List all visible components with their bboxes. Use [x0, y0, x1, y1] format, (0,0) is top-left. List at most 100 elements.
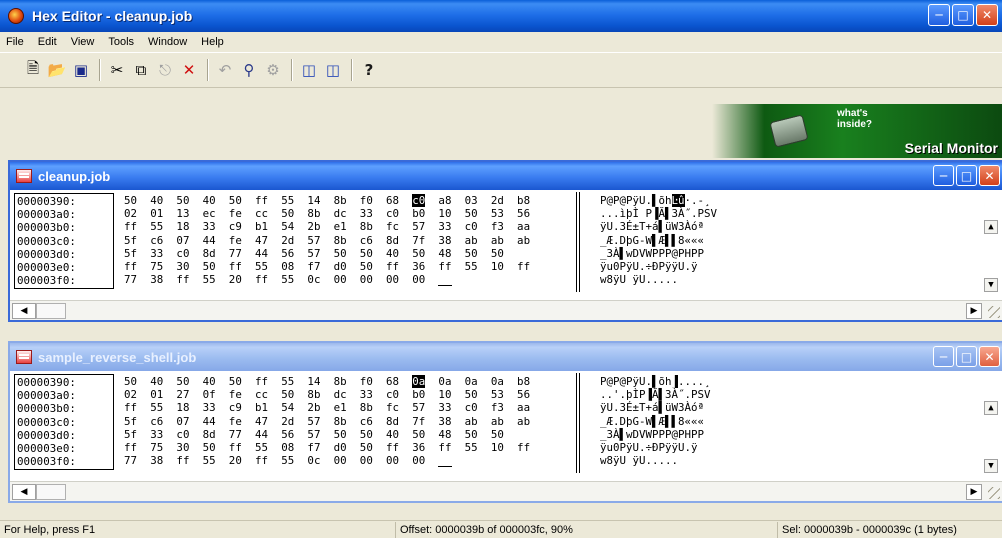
close-icon[interactable]: ✕ [979, 165, 1000, 186]
selected-byte[interactable]: 0a [412, 375, 426, 388]
hex-row[interactable]: ff 55 18 33 c9 b1 54 2b e1 8b fc 57 33 c… [124, 401, 572, 414]
close-icon[interactable]: ✕ [979, 346, 1000, 367]
document-title: cleanup.job [38, 168, 111, 184]
compare-icon[interactable]: ◫ [298, 59, 320, 81]
banner-line2: inside? [837, 119, 873, 130]
hex-column[interactable]: 50 40 50 40 50 ff 55 14 8b f0 68 c0 a8 0… [124, 194, 572, 287]
menu-window[interactable]: Window [148, 36, 187, 48]
close-icon[interactable]: ✕ [976, 4, 998, 26]
hex-row[interactable]: 5f c6 07 44 fe 47 2d 57 8b c6 8d 7f 38 a… [124, 415, 572, 428]
ascii-row[interactable]: ..'.þÌP▐Ă▌3À˝.PSV [600, 388, 960, 401]
ascii-row[interactable]: w8ÿU ÿU..... [600, 454, 960, 467]
copy-icon[interactable]: ⧉ [130, 59, 152, 81]
app-titlebar[interactable]: Hex Editor - cleanup.job ─ □ ✕ [0, 0, 1002, 32]
menu-tools[interactable]: Tools [108, 36, 134, 48]
ascii-row[interactable]: _Æ.DþG-W▌Æ▌▌8««« [600, 234, 960, 247]
new-file-icon[interactable]: 🗎 [22, 59, 44, 81]
scroll-right-arrow-icon[interactable]: ▶ [966, 303, 982, 319]
hex-view[interactable]: 00000390: 000003a0: 000003b0: 000003c0: … [10, 371, 1002, 481]
find-replace-icon[interactable]: ⚙ [262, 59, 284, 81]
app-title: Hex Editor - cleanup.job [32, 8, 193, 24]
selected-char[interactable]: Ŀû [671, 194, 685, 207]
cut-icon[interactable]: ✂ [106, 59, 128, 81]
hex-row[interactable]: 50 40 50 40 50 ff 55 14 8b f0 68 c0 a8 0… [124, 194, 572, 207]
document-icon [16, 169, 32, 183]
menu-view[interactable]: View [71, 36, 95, 48]
ascii-text: _3À▌wDVWPPP@PHPP [600, 246, 705, 260]
minimize-icon[interactable]: ─ [933, 346, 954, 367]
ascii-row[interactable]: _3À▌wDVWPPP@PHPP [600, 247, 960, 260]
ascii-row[interactable]: ÿu0PÿU.÷ÐPÿÿU.ÿ [600, 260, 960, 273]
ascii-column[interactable]: P@P@PÿU.▌õhĿû·.-¸ ...ìþÌ P▐Ă▌3À˝.PSV ÿU.… [600, 194, 960, 286]
paste-icon[interactable]: ⎋ [154, 59, 176, 81]
maximize-icon[interactable]: □ [952, 4, 974, 26]
ascii-row[interactable]: _Æ.DþG-W▌Æ▌▌8««« [600, 415, 960, 428]
minimize-icon[interactable]: ─ [933, 165, 954, 186]
ascii-row[interactable]: P@P@PÿU.▌õhĿû·.-¸ [600, 194, 960, 207]
hex-row[interactable]: 02 01 13 ec fe cc 50 8b dc 33 c0 b0 10 5… [124, 207, 572, 220]
menu-file[interactable]: File [6, 36, 24, 48]
scroll-down-arrow-icon[interactable]: ▼ [984, 278, 998, 292]
hex-row[interactable]: ff 55 18 33 c9 b1 54 2b e1 8b fc 57 33 c… [124, 220, 572, 233]
horizontal-scrollbar[interactable]: ◀ ▶ [10, 481, 1002, 501]
scroll-left-arrow-icon[interactable]: ◀ [12, 484, 36, 500]
banner-tagline: what's inside? [837, 108, 872, 130]
ascii-row[interactable]: ÿu0PÿU.÷ÐPÿÿU.ÿ [600, 441, 960, 454]
offset-cell: 000003c0: [17, 234, 76, 248]
scroll-up-arrow-icon[interactable]: ▲ [984, 401, 998, 415]
hex-row[interactable]: 02 01 27 0f fe cc 50 8b dc 33 c0 b0 10 5… [124, 388, 572, 401]
scroll-down-arrow-icon[interactable]: ▼ [984, 459, 998, 473]
hex-row[interactable]: 50 40 50 40 50 ff 55 14 8b f0 68 0a 0a 0… [124, 375, 572, 388]
delete-icon[interactable]: ✕ [178, 59, 200, 81]
document-titlebar[interactable]: cleanup.job ─ □ ✕ [10, 162, 1002, 190]
scroll-left-arrow-icon[interactable]: ◀ [12, 303, 36, 319]
ascii-row[interactable]: w8ÿU ÿU..... [600, 273, 960, 286]
hex-bytes: 5f c6 07 44 fe 47 2d 57 8b c6 8d 7f 38 a… [124, 233, 531, 247]
offset-cell: 000003f0: [17, 455, 76, 469]
scroll-right-arrow-icon[interactable]: ▶ [966, 484, 982, 500]
ascii-row[interactable]: P@P@PÿU.▌õh▌....¸ [600, 375, 960, 388]
banner-area: what's inside? Serial Monitor [0, 88, 1002, 158]
hex-row[interactable]: 77 38 ff 55 20 ff 55 0c 00 00 00 00 [124, 273, 572, 287]
ascii-row[interactable]: ÿU.3É±T+á▌üW3Àóª [600, 401, 960, 414]
hex-column[interactable]: 50 40 50 40 50 ff 55 14 8b f0 68 0a 0a 0… [124, 375, 572, 468]
status-selection: Sel: 0000039b - 0000039c (1 bytes) [782, 523, 957, 536]
horizontal-scrollbar[interactable]: ◀ ▶ [10, 300, 1002, 320]
scroll-up-arrow-icon[interactable]: ▲ [984, 220, 998, 234]
vertical-scrollbar[interactable]: ▲ ▼ [984, 192, 998, 292]
hex-row[interactable]: 5f 33 c0 8d 77 44 56 57 50 50 40 50 48 5… [124, 428, 572, 441]
compare2-icon[interactable]: ◫ [322, 59, 344, 81]
find-icon[interactable]: ⚲ [238, 59, 260, 81]
hex-row[interactable]: ff 75 30 50 ff 55 08 f7 d0 50 ff 36 ff 5… [124, 260, 572, 273]
menu-edit[interactable]: Edit [38, 36, 57, 48]
ascii-row[interactable]: ...ìþÌ P▐Ă▌3À˝.PSV [600, 207, 960, 220]
help-icon[interactable]: ? [358, 59, 380, 81]
serial-monitor-banner[interactable]: what's inside? Serial Monitor [712, 104, 1002, 158]
ascii-text: P@P@PÿU.▌õh [600, 194, 672, 207]
scroll-thumb[interactable] [36, 303, 66, 319]
maximize-icon[interactable]: □ [956, 346, 977, 367]
open-folder-icon[interactable]: 📂 [46, 59, 68, 81]
hex-view[interactable]: 00000390: 000003a0: 000003b0: 000003c0: … [10, 190, 1002, 300]
vertical-scrollbar[interactable]: ▲ ▼ [984, 373, 998, 473]
offset-column: 00000390: 000003a0: 000003b0: 000003c0: … [14, 374, 114, 470]
scroll-thumb[interactable] [36, 484, 66, 500]
ascii-column[interactable]: P@P@PÿU.▌õh▌....¸ ..'.þÌP▐Ă▌3À˝.PSV ÿU.3… [600, 375, 960, 467]
ascii-row[interactable]: ÿU.3É±T+á▌üW3Àóª [600, 220, 960, 233]
document-titlebar[interactable]: sample_reverse_shell.job ─ □ ✕ [10, 343, 1002, 371]
save-icon[interactable]: ▣ [70, 59, 92, 81]
menu-help[interactable]: Help [201, 36, 224, 48]
maximize-icon[interactable]: □ [956, 165, 977, 186]
ascii-text: ÿu0PÿU.÷ÐPÿÿU.ÿ [600, 259, 698, 273]
undo-icon[interactable]: ↶ [214, 59, 236, 81]
hex-row[interactable]: 5f c6 07 44 fe 47 2d 57 8b c6 8d 7f 38 a… [124, 234, 572, 247]
resize-grip-icon[interactable] [988, 306, 1000, 318]
selected-byte[interactable]: c0 [412, 194, 426, 207]
resize-grip-icon[interactable] [988, 487, 1000, 499]
ascii-row[interactable]: _3À▌wDVWPPP@PHPP [600, 428, 960, 441]
hex-row[interactable]: 5f 33 c0 8d 77 44 56 57 50 50 40 50 48 5… [124, 247, 572, 260]
hex-row[interactable]: ff 75 30 50 ff 55 08 f7 d0 50 ff 36 ff 5… [124, 441, 572, 454]
hex-row[interactable]: 77 38 ff 55 20 ff 55 0c 00 00 00 00 [124, 454, 572, 468]
offset-cell: 000003d0: [17, 428, 76, 442]
minimize-icon[interactable]: ─ [928, 4, 950, 26]
